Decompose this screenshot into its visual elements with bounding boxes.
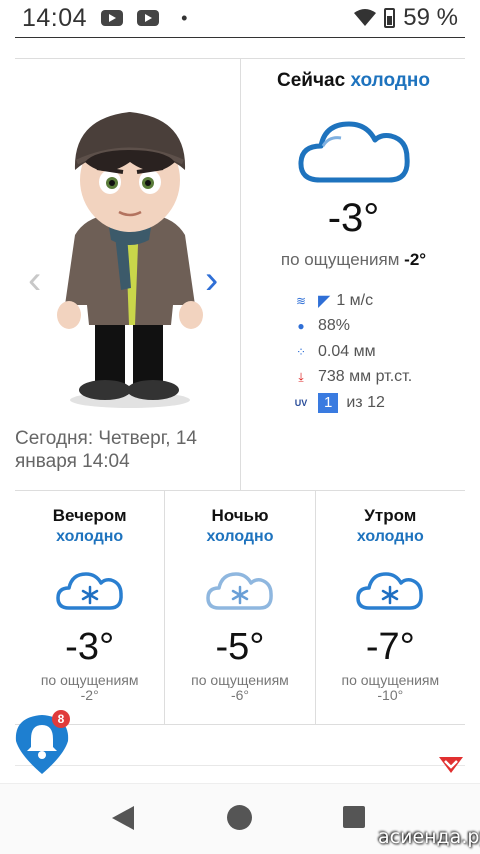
pressure-row: ⤓ 738 мм рт.ст. (290, 365, 460, 391)
avatar-illustration (57, 112, 203, 408)
precipitation-icon: ⁘ (295, 344, 307, 359)
feels-like-label: по ощущениям (341, 672, 440, 688)
precipitation-value: 0.04 мм (318, 342, 376, 360)
humidity-row: ● 88% (290, 314, 460, 340)
wind-direction-icon: ◤ (318, 292, 331, 310)
wifi-icon (354, 9, 377, 26)
feels-like-label: по ощущениям (40, 672, 139, 688)
feels-like-label: по ощущениям (191, 672, 289, 688)
prev-arrow-icon[interactable]: ‹ (28, 258, 41, 303)
status-divider (15, 37, 465, 38)
forecast-feels-like: по ощущениям -6° (165, 673, 314, 703)
column-divider (240, 58, 241, 490)
humidity-icon: ● (297, 319, 305, 334)
forecast-title: Вечером (52, 506, 127, 525)
youtube-icon (137, 10, 160, 26)
forecast-condition: холодно (356, 528, 424, 545)
precipitation-row: ⁘ 0.04 мм (290, 339, 460, 365)
weather-details: ≋ ◤ 1 м/с ● 88% ⁘ 0.04 мм ⤓ 738 мм рт.ст… (290, 288, 460, 416)
battery-icon (384, 8, 396, 28)
snow-cloud-icon (356, 572, 424, 610)
uv-row: UV 1 из 12 (290, 390, 460, 416)
today-date: Сегодня: Четверг, 14 января 14:04 (15, 428, 197, 472)
current-feels-like: по ощущениям -2° (242, 250, 465, 270)
feels-like-value: -2° (404, 250, 427, 269)
humidity-value: 88% (318, 317, 351, 335)
wind-value: 1 м/с (336, 291, 374, 309)
cloud-icon (298, 121, 410, 183)
battery-level: 59 % (403, 4, 458, 31)
forecast-feels-like: по ощущениям -10° (316, 673, 465, 703)
wind-row: ≋ ◤ 1 м/с (290, 288, 460, 314)
notification-count-badge: 8 (52, 710, 70, 728)
snow-cloud-icon (55, 572, 123, 610)
recent-apps-icon[interactable] (343, 806, 365, 828)
current-title-label: Сейчас (277, 70, 346, 91)
forecast-temperature: -5° (215, 626, 265, 668)
feels-like-value: -10° (377, 687, 404, 703)
next-card (15, 765, 465, 783)
forecast-title: Ночью (211, 506, 269, 525)
status-time: 14:04 (22, 3, 88, 32)
forecast-condition: холодно (206, 528, 274, 545)
wind-icon: ≋ (295, 293, 307, 308)
current-temperature: -3° (327, 196, 380, 240)
youtube-icon (101, 10, 124, 26)
uv-max: из 12 (346, 393, 385, 411)
snow-cloud-icon (206, 572, 273, 610)
pressure-icon: ⤓ (298, 369, 304, 384)
back-icon[interactable] (112, 806, 134, 830)
forecast-title: Утром (364, 506, 417, 525)
uv-value: 1 (318, 392, 339, 413)
status-bar: 14:04 • 59 % (0, 0, 480, 36)
forecast-morning[interactable]: Утром холодно -7° по ощущениям -10° (314, 491, 465, 724)
home-icon[interactable] (227, 805, 252, 830)
feels-like-value: -6° (230, 687, 250, 703)
pressure-value: 738 мм рт.ст. (318, 368, 413, 386)
dot-icon: • (181, 7, 188, 28)
current-title: Сейчас холодно (242, 70, 465, 92)
ad-choice-icon[interactable] (438, 756, 464, 774)
forecast-row: Вечером холодно -3° по ощущениям -2° Ноч… (15, 490, 465, 725)
forecast-temperature: -3° (65, 626, 115, 668)
forecast-feels-like: по ощущениям -2° (15, 673, 164, 703)
next-arrow-icon[interactable]: › (205, 258, 218, 303)
current-condition: холодно (350, 70, 430, 91)
uv-icon: UV (294, 397, 308, 408)
forecast-night[interactable]: Ночью холодно -5° по ощущениям -6° (164, 491, 314, 724)
watermark: асиенда.ру (378, 826, 480, 848)
feels-like-label: по ощущениям (280, 250, 400, 269)
forecast-temperature: -7° (365, 626, 415, 668)
forecast-evening[interactable]: Вечером холодно -3° по ощущениям -2° (15, 491, 164, 724)
forecast-condition: холодно (56, 528, 124, 545)
feels-like-value: -2° (80, 687, 99, 703)
